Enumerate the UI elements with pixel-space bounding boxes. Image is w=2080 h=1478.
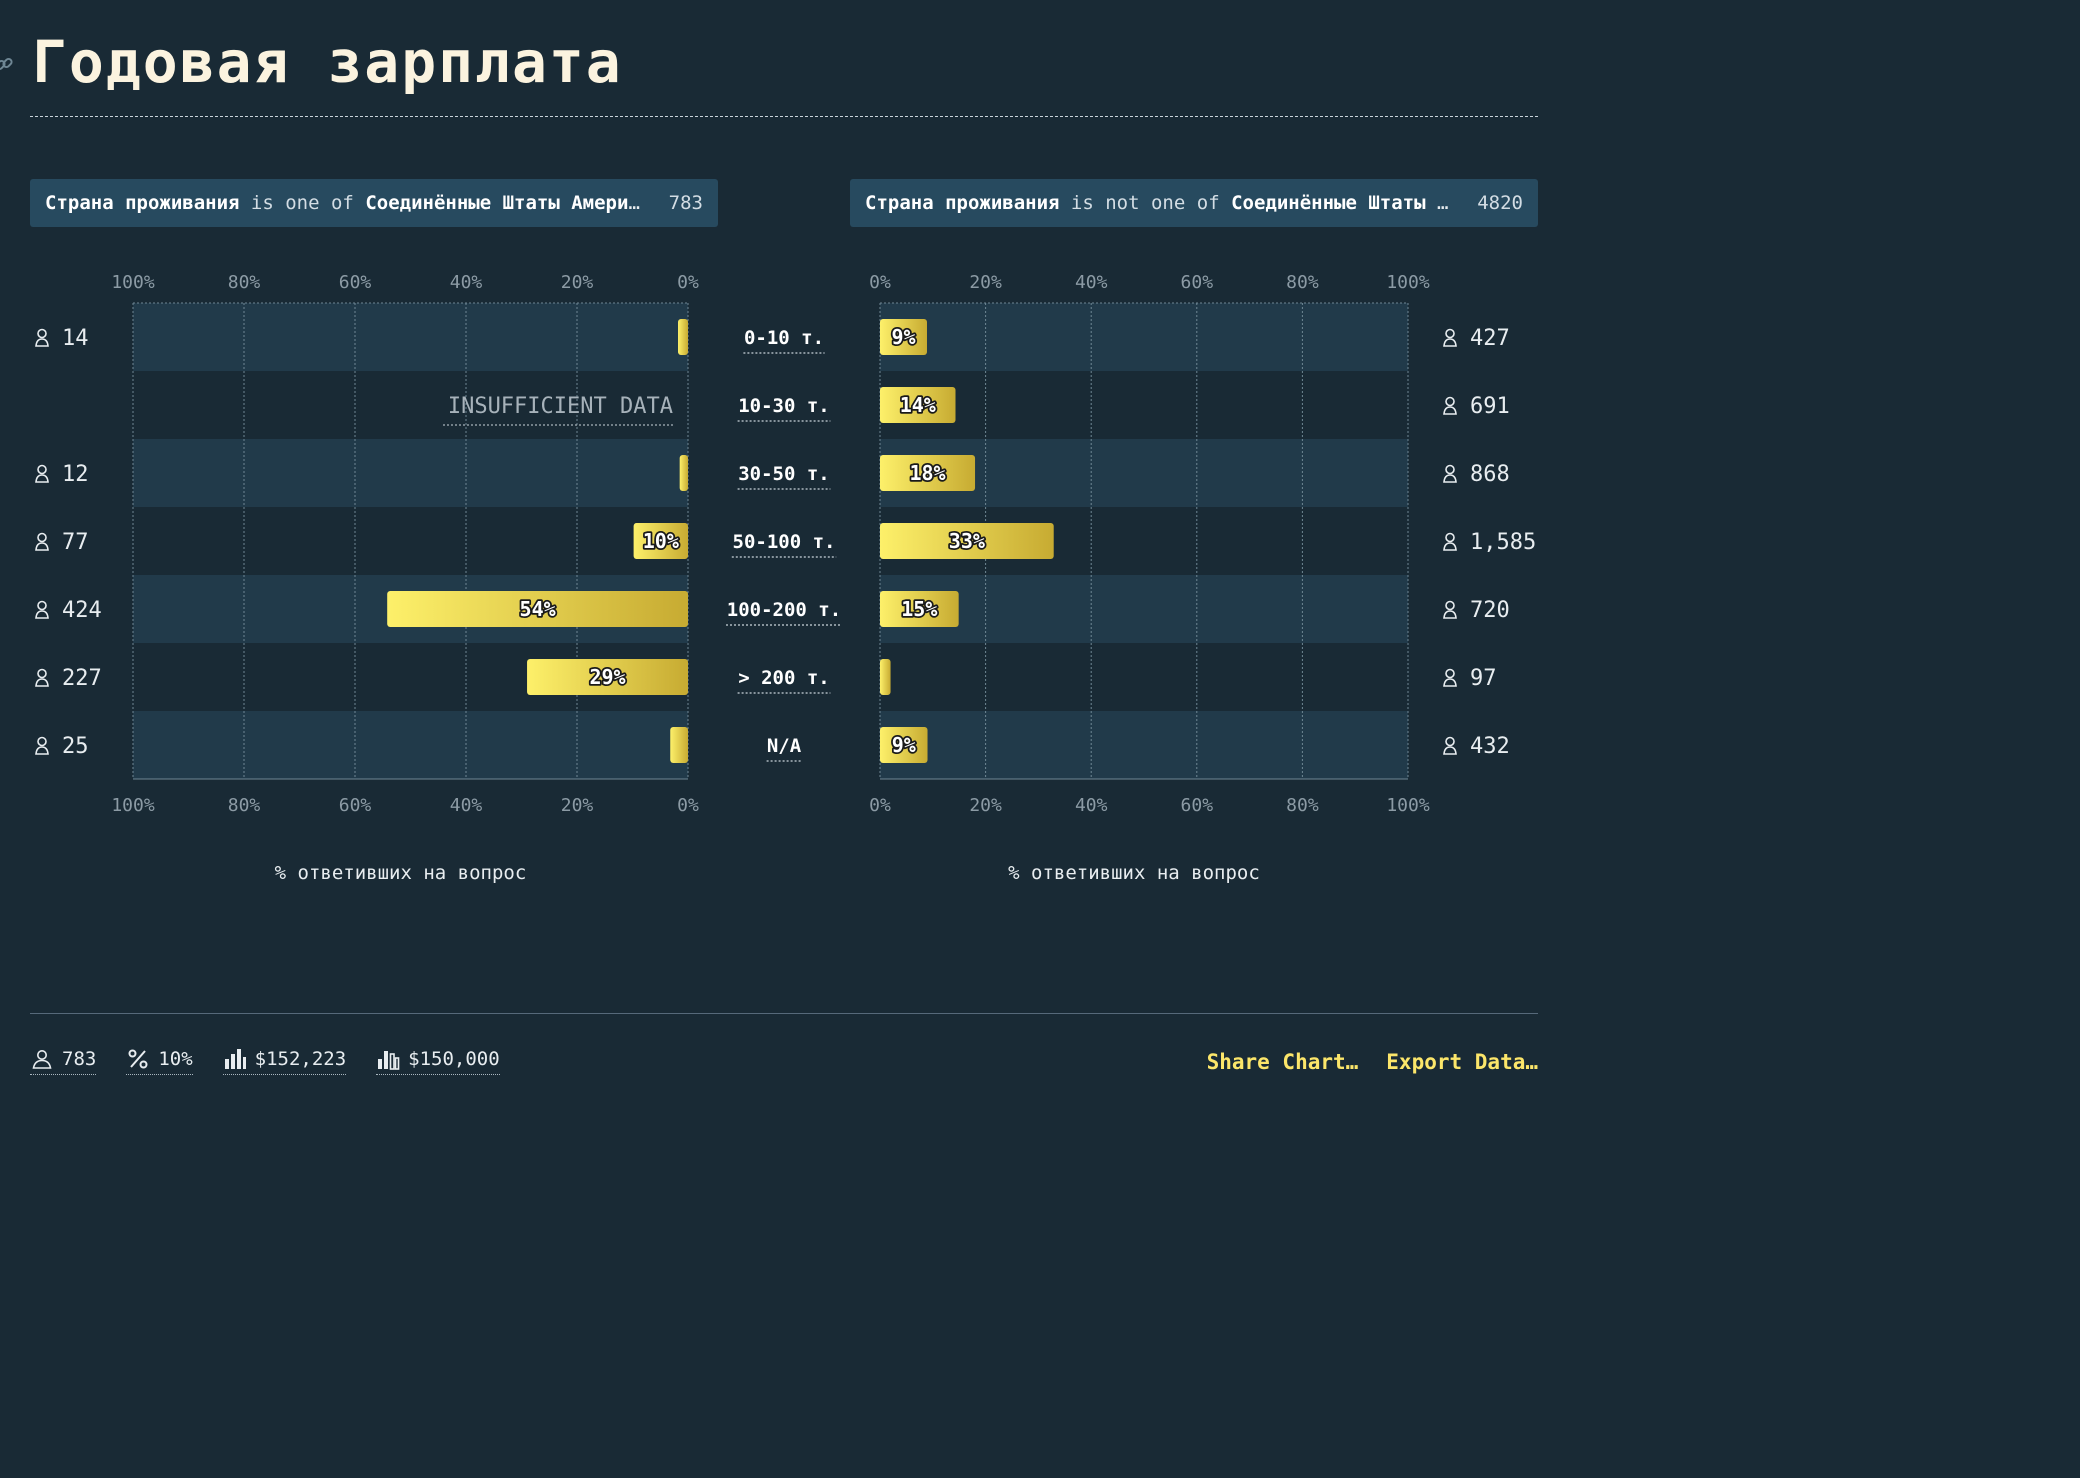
- person-icon-left: [35, 668, 49, 687]
- percent-icon: [128, 1049, 148, 1069]
- bar-label-left: 29%: [589, 665, 625, 689]
- stat-percent[interactable]: 10%: [126, 1047, 193, 1075]
- bar-chart-median-icon: [378, 1051, 400, 1070]
- tick-label-right-bottom: 60%: [1181, 795, 1214, 816]
- person-icon-left: [35, 736, 49, 755]
- row-band-left: [133, 303, 688, 371]
- bar-label-right: 33%: [949, 529, 985, 553]
- row-band-right: [880, 575, 1408, 643]
- count-left: 25: [62, 734, 89, 759]
- tick-label-right-top: 60%: [1181, 272, 1214, 293]
- tick-label-right-top: 100%: [1386, 272, 1430, 293]
- insufficient-data-label: INSUFFICIENT DATA: [448, 394, 673, 419]
- bar-left: [670, 727, 688, 763]
- tick-label-left-top: 80%: [228, 272, 261, 293]
- stat-median[interactable]: $150,000: [376, 1047, 500, 1075]
- stat-percent-value: 10%: [158, 1048, 193, 1070]
- bar-left: [678, 319, 688, 355]
- person-icon: [32, 1050, 52, 1069]
- person-icon-left: [35, 328, 49, 347]
- person-icon-left: [35, 532, 49, 551]
- row-band-right: [880, 711, 1408, 779]
- category-label: 50-100 т.: [733, 531, 836, 553]
- salary-chart: 0% 0% 0% 0% 20% 20% 20% 20% 40% 40% 40% 40% 60% 60% 60…: [35, 272, 1536, 884]
- tick-label-left-top: 60%: [339, 272, 372, 293]
- stat-median-value: $150,000: [408, 1048, 500, 1070]
- count-left: 227: [62, 666, 102, 691]
- row-band-left: [133, 711, 688, 779]
- stat-respondents[interactable]: 783: [30, 1047, 97, 1075]
- share-chart-button[interactable]: Share Chart…: [1207, 1050, 1359, 1074]
- stat-mean-value: $152,223: [254, 1048, 347, 1070]
- tick-label-right-bottom: 80%: [1286, 795, 1319, 816]
- count-left: 12: [62, 462, 89, 487]
- stat-mean[interactable]: $152,223: [222, 1047, 347, 1075]
- bar-label-right: 15%: [901, 597, 937, 621]
- person-icon-right: [1443, 736, 1457, 755]
- person-icon-right: [1443, 668, 1457, 687]
- tick-label-left-top: 0%: [677, 272, 699, 293]
- footer-divider: [30, 1013, 1538, 1014]
- person-icon-right: [1443, 396, 1457, 415]
- tick-label-right-bottom: 20%: [969, 795, 1002, 816]
- category-label: 100-200 т.: [727, 599, 841, 621]
- count-right: 691: [1470, 394, 1510, 419]
- category-label: 0-10 т.: [744, 327, 824, 349]
- row-band-right: [880, 303, 1408, 371]
- count-right: 1,585: [1470, 530, 1536, 555]
- tick-label-right-top: 80%: [1286, 272, 1319, 293]
- category-label: N/A: [767, 735, 802, 757]
- bar-right: [880, 659, 891, 695]
- tick-label-left-top: 100%: [111, 272, 155, 293]
- category-label: 30-50 т.: [738, 463, 830, 485]
- summary-stats: 783 10% $152,223 $150,000: [30, 1047, 500, 1075]
- tick-label-left-bottom: 60%: [339, 795, 372, 816]
- tick-label-right-bottom: 0%: [869, 795, 891, 816]
- category-label: > 200 т.: [738, 667, 830, 689]
- person-icon-right: [1443, 464, 1457, 483]
- export-data-button[interactable]: Export Data…: [1386, 1050, 1538, 1074]
- tick-label-left-top: 40%: [450, 272, 483, 293]
- tick-label-left-bottom: 20%: [561, 795, 594, 816]
- axis-title-right: % ответивших на вопрос: [1008, 862, 1260, 884]
- bar-label-right: 9%: [892, 733, 916, 757]
- person-icon-right: [1443, 328, 1457, 347]
- bar-label-left: 10%: [643, 529, 679, 553]
- count-right: 97: [1470, 666, 1497, 691]
- bar-label-left: 54%: [520, 597, 556, 621]
- person-icon-left: [35, 600, 49, 619]
- bar-label-right: 9%: [891, 325, 915, 349]
- bar-left: [679, 455, 688, 491]
- person-icon-left: [35, 464, 49, 483]
- chart-actions: Share Chart… Export Data…: [1207, 1050, 1538, 1074]
- tick-label-right-top: 20%: [969, 272, 1002, 293]
- tick-label-left-bottom: 0%: [677, 795, 699, 816]
- tick-label-left-bottom: 100%: [111, 795, 155, 816]
- count-right: 427: [1470, 326, 1510, 351]
- axis-title-left: % ответивших на вопрос: [275, 862, 527, 884]
- category-label: 10-30 т.: [738, 395, 830, 417]
- tick-label-left-bottom: 80%: [228, 795, 261, 816]
- tick-label-right-top: 0%: [869, 272, 891, 293]
- count-right: 432: [1470, 734, 1510, 759]
- count-left: 424: [62, 598, 102, 623]
- person-icon-right: [1443, 532, 1457, 551]
- tick-label-right-bottom: 100%: [1386, 795, 1430, 816]
- count-left: 77: [62, 530, 89, 555]
- bar-label-right: 18%: [909, 461, 945, 485]
- row-band-left: [133, 439, 688, 507]
- stat-respondents-value: 783: [62, 1048, 97, 1070]
- count-right: 720: [1470, 598, 1510, 623]
- tick-label-right-top: 40%: [1075, 272, 1108, 293]
- tick-label-left-top: 20%: [561, 272, 594, 293]
- tick-label-right-bottom: 40%: [1075, 795, 1108, 816]
- person-icon-right: [1443, 600, 1457, 619]
- count-right: 868: [1470, 462, 1510, 487]
- tick-label-left-bottom: 40%: [450, 795, 483, 816]
- bar-chart-icon: [224, 1049, 246, 1069]
- count-left: 14: [62, 326, 89, 351]
- bar-label-right: 14%: [900, 393, 936, 417]
